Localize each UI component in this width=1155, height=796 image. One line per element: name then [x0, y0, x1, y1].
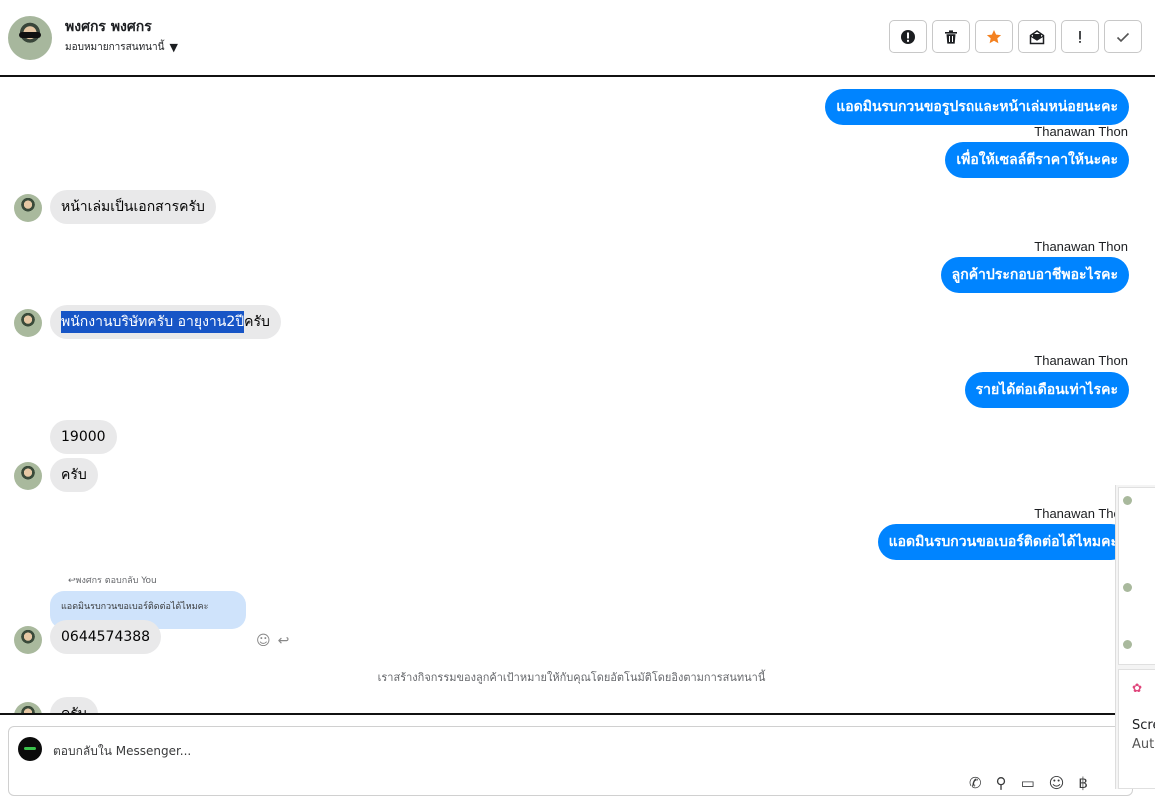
message-text: ครับ: [244, 314, 270, 330]
composer-area: ตอบกลับใน Messenger... ✆ ⚲ ▭ ☺ ฿: [0, 713, 1155, 796]
alert-circle-icon: [901, 29, 915, 44]
contact-avatar-small[interactable]: [14, 462, 42, 490]
contact-avatar-small[interactable]: [14, 626, 42, 654]
lead-activity-notice: เราสร้างกิจกรรมของลูกค้าเป้าหมายให้กับคุ…: [377, 671, 766, 684]
sender-name: Thanawan Thon: [1034, 506, 1128, 521]
paperclip-icon[interactable]: ⚲: [996, 774, 1007, 792]
conversation-header: พงศกร พงศกร มอบหมายการสนทนานี้ ▼: [0, 0, 1155, 77]
envelope-open-icon: [1029, 29, 1045, 44]
reply-label: ↩พงศกร ตอบกลับ You: [68, 576, 157, 586]
mark-unread-button[interactable]: [1018, 20, 1056, 53]
notification-subtitle: Auto: [1132, 737, 1155, 752]
contact-avatar-small[interactable]: [14, 194, 42, 222]
star-button[interactable]: [975, 20, 1013, 53]
contact-avatar-small[interactable]: [14, 309, 42, 337]
spam-button[interactable]: [889, 20, 927, 53]
incoming-message[interactable]: พนักงานบริษัทครับ อายุงาน2ปี ครับ: [50, 305, 281, 339]
assign-conversation-dropdown[interactable]: มอบหมายการสนทนานี้ ▼: [65, 40, 178, 55]
message-thread[interactable]: แอดมินรบกวนขอรูปรถและหน้าเล่มหน่อยนะคะ T…: [0, 77, 1155, 713]
outgoing-message[interactable]: แอดมินรบกวนขอรูปรถและหน้าเล่มหน่อยนะคะ: [825, 89, 1129, 125]
incoming-message[interactable]: หน้าเล่มเป็นเอกสารครับ: [50, 190, 216, 224]
follow-up-button[interactable]: [1061, 20, 1099, 53]
selected-text: พนักงานบริษัทครับ อายุงาน2ปี: [61, 311, 245, 333]
star-icon: [986, 29, 1002, 43]
contact-name[interactable]: พงศกร พงศกร: [65, 16, 152, 38]
contact-avatar-small[interactable]: [14, 702, 42, 713]
reply-input[interactable]: ตอบกลับใน Messenger...: [53, 742, 191, 761]
contact-avatar[interactable]: [8, 16, 52, 60]
phone-add-icon[interactable]: ✆: [969, 774, 982, 792]
conversation-toolbar: [889, 20, 1142, 53]
incoming-message[interactable]: 19000: [50, 420, 117, 454]
sender-name: Thanawan Thon: [1034, 239, 1128, 254]
composer-tools: ✆ ⚲ ▭ ☺ ฿: [969, 774, 1088, 792]
emoji-icon[interactable]: ☺: [1049, 774, 1065, 792]
baht-icon[interactable]: ฿: [1078, 774, 1088, 792]
message-actions: ☺ ↩: [256, 633, 289, 649]
preview-card[interactable]: [1118, 487, 1155, 665]
incoming-message[interactable]: 0644574388: [50, 620, 162, 654]
check-icon: [1116, 32, 1130, 42]
chat-bubble-icon[interactable]: ▭: [1021, 774, 1035, 792]
delete-button[interactable]: [932, 20, 970, 53]
notification-title: Scre: [1132, 718, 1155, 733]
assign-label: มอบหมายการสนทนานี้: [65, 42, 165, 53]
react-emoji-icon[interactable]: ☺: [256, 633, 271, 649]
caret-down-icon: ▼: [169, 41, 178, 54]
sender-name: Thanawan Thon: [1034, 353, 1128, 368]
incoming-message[interactable]: ครับ: [50, 458, 98, 492]
outgoing-message[interactable]: เพื่อให้เซลล์ตีราคาให้นะคะ: [945, 142, 1129, 178]
trash-icon: [945, 29, 957, 44]
sender-name: Thanawan Thon: [1034, 124, 1128, 139]
reply-arrow-icon[interactable]: ↩: [278, 633, 290, 649]
preview-avatar: [1123, 583, 1132, 592]
preview-avatar: [1123, 496, 1132, 505]
page-avatar: [18, 737, 42, 761]
outgoing-message[interactable]: ลูกค้าประกอบอาชีพอะไรคะ: [940, 257, 1129, 293]
exclamation-icon: [1079, 30, 1081, 43]
reply-input-box[interactable]: ตอบกลับใน Messenger... ✆ ⚲ ▭ ☺ ฿: [8, 726, 1133, 796]
app-logo-icon: ✿: [1132, 681, 1143, 695]
outgoing-message[interactable]: แอดมินรบกวนขอเบอร์ติดต่อได้ไหมคะ: [877, 524, 1129, 560]
incoming-message[interactable]: ครับ: [50, 697, 98, 713]
preview-avatar: [1123, 640, 1132, 649]
outgoing-message[interactable]: รายได้ต่อเดือนเท่าไรคะ: [964, 372, 1129, 408]
mark-done-button[interactable]: [1104, 20, 1142, 53]
